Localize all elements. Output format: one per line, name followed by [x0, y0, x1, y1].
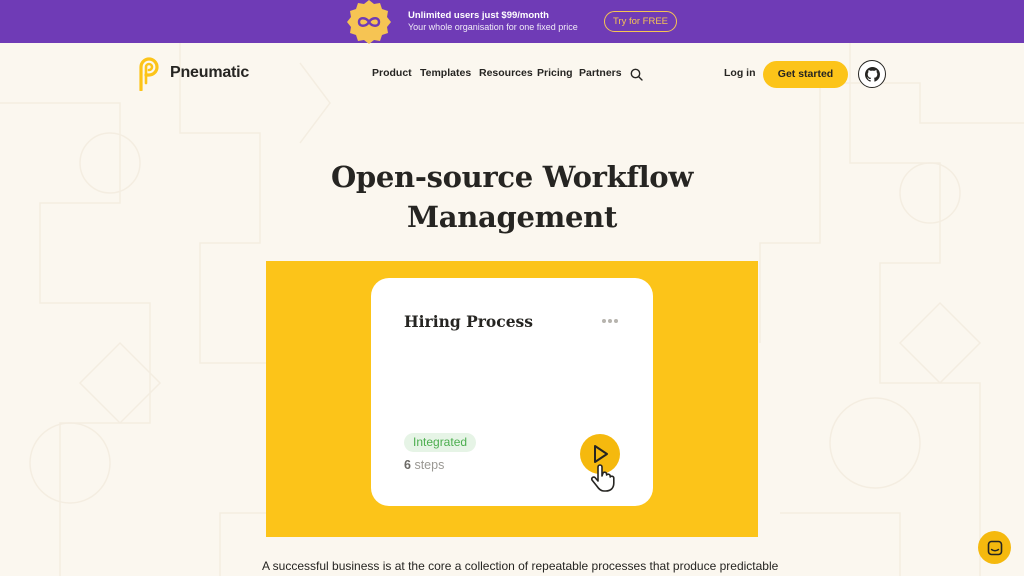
infinity-badge-icon [347, 0, 391, 44]
nav-item-templates[interactable]: Templates [420, 67, 471, 79]
get-started-button[interactable]: Get started [763, 61, 848, 88]
nav-item-product[interactable]: Product [372, 67, 412, 79]
brand-name[interactable]: Pneumatic [170, 64, 249, 82]
hero-description: A successful business is at the core a c… [262, 559, 779, 573]
hero-title-line2: Management [406, 200, 618, 234]
hero-title: Open-source Workflow Management [262, 157, 762, 237]
chat-button[interactable] [978, 531, 1011, 564]
nav-item-resources[interactable]: Resources [479, 67, 533, 79]
chat-icon [987, 540, 1002, 555]
hand-cursor-icon [590, 464, 615, 492]
steps-label: steps [414, 458, 445, 472]
github-button[interactable] [858, 60, 886, 88]
promo-banner: Unlimited users just $99/month Your whol… [0, 0, 1024, 44]
nav-item-partners[interactable]: Partners [579, 67, 622, 79]
promo-subtitle: Your whole organisation for one fixed pr… [408, 22, 578, 32]
more-options-icon[interactable] [600, 314, 620, 328]
try-free-button[interactable]: Try for FREE [604, 11, 677, 32]
search-icon[interactable] [630, 68, 643, 81]
login-link[interactable]: Log in [724, 67, 756, 79]
workflow-card-title: Hiring Process [404, 312, 534, 331]
hero-title-line1: Open-source Workflow [330, 160, 694, 194]
promo-title: Unlimited users just $99/month [408, 10, 549, 21]
steps-number: 6 [404, 458, 411, 472]
integrated-badge: Integrated [404, 433, 477, 452]
nav-item-pricing[interactable]: Pricing [537, 67, 573, 79]
steps-count: 6 steps [404, 458, 444, 472]
pneumatic-logo-icon[interactable] [137, 57, 161, 91]
github-icon [864, 66, 880, 82]
